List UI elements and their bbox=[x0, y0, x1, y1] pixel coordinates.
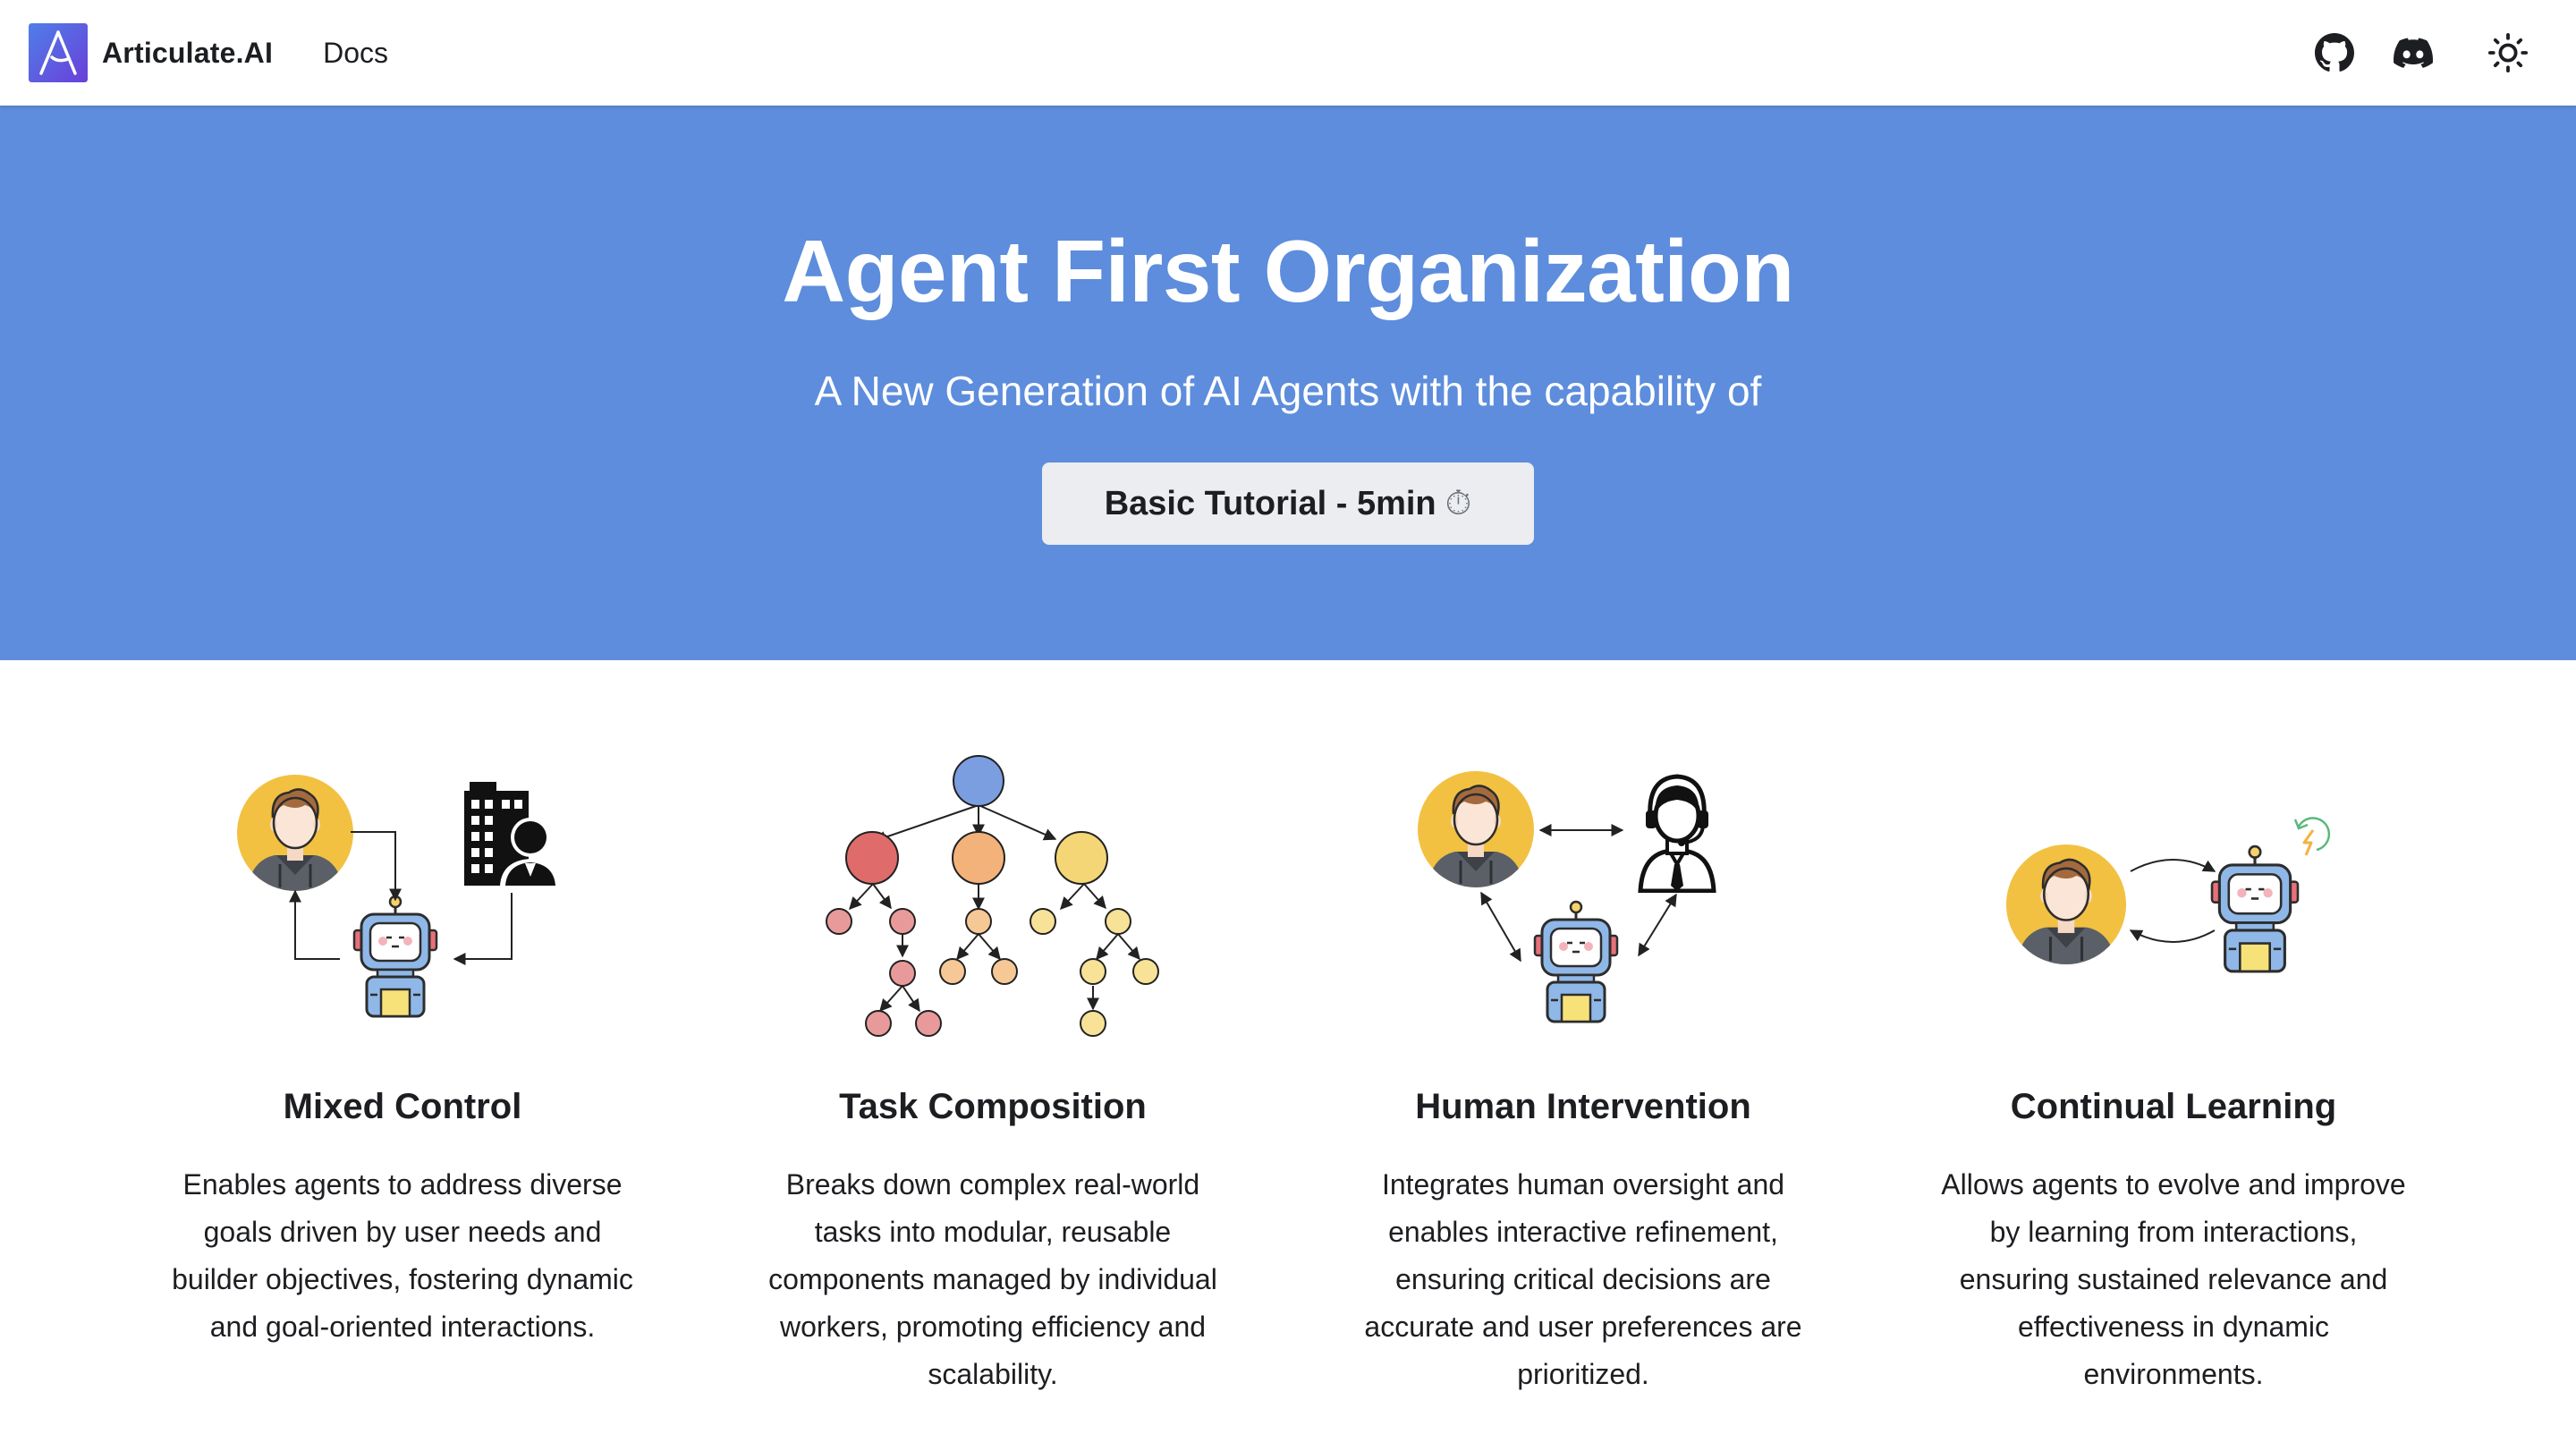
hero-title: Agent First Organization bbox=[782, 222, 1794, 320]
basic-tutorial-button[interactable]: Basic Tutorial - 5min ⏱ bbox=[1042, 462, 1534, 545]
navbar: Articulate.AI Docs bbox=[0, 0, 2576, 106]
feature-title: Task Composition bbox=[839, 1087, 1147, 1126]
discord-icon bbox=[2394, 38, 2433, 68]
feature-title: Human Intervention bbox=[1415, 1087, 1751, 1126]
feature-title: Mixed Control bbox=[283, 1087, 522, 1126]
continual-learning-illustration-icon bbox=[1878, 817, 2331, 973]
brand-name: Articulate.AI bbox=[102, 36, 274, 69]
refresh-bolt bbox=[2293, 817, 2331, 856]
articulate-logo-icon bbox=[29, 23, 88, 82]
hero-subtitle: A New Generation of AI Agents with the c… bbox=[814, 368, 1762, 414]
mixed-control-illustration-icon bbox=[107, 660, 559, 1018]
task-tree-illustration-icon bbox=[826, 755, 1159, 1037]
brand-link[interactable]: Articulate.AI bbox=[29, 23, 273, 82]
nav-link-docs[interactable]: Docs bbox=[323, 37, 388, 70]
feature-description: Allows agents to evolve and improve by l… bbox=[1941, 1168, 2406, 1390]
features-section: Mixed Control Enables agents to address … bbox=[0, 660, 2576, 1451]
sun-icon bbox=[2487, 32, 2529, 73]
feature-description: Integrates human oversight and enables i… bbox=[1364, 1168, 1802, 1390]
github-link[interactable] bbox=[2295, 13, 2374, 92]
feature-description: Breaks down complex real-world tasks int… bbox=[768, 1168, 1217, 1390]
stopwatch-icon: ⏱ bbox=[1445, 484, 1472, 522]
basic-tutorial-label: Basic Tutorial - 5min bbox=[1104, 484, 1436, 522]
human-intervention-illustration-icon bbox=[1288, 660, 1878, 1023]
hero-banner: Agent First Organization A New Generatio… bbox=[0, 106, 2576, 660]
feature-description: Enables agents to address diverse goals … bbox=[172, 1168, 633, 1343]
navbar-actions bbox=[2295, 13, 2547, 92]
feature-title: Continual Learning bbox=[2010, 1087, 2337, 1126]
github-icon bbox=[2315, 33, 2354, 72]
theme-toggle[interactable] bbox=[2469, 13, 2547, 92]
discord-link[interactable] bbox=[2374, 13, 2453, 92]
